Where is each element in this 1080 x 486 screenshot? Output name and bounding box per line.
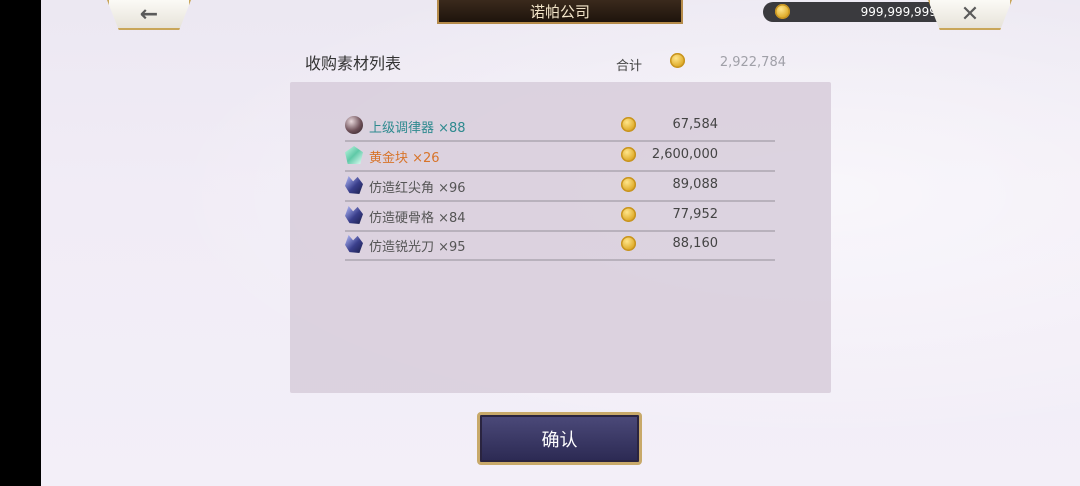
list-item: 仿造锐光刀 ×95 88,160: [345, 229, 775, 261]
item-price: 89,088: [672, 177, 719, 192]
total-label: 合计: [616, 59, 643, 74]
close-button[interactable]: ✕: [928, 0, 1012, 30]
item-price: 67,584: [672, 117, 719, 132]
confirm-button[interactable]: 确认: [477, 412, 642, 465]
currency-display: 999,999,999+: [763, 2, 953, 22]
material-shard-icon: [345, 235, 363, 253]
list-title: 收购素材列表: [305, 54, 402, 73]
back-button[interactable]: ←: [107, 0, 191, 30]
item-price: 88,160: [672, 236, 719, 251]
list-item: 仿造硬骨格 ×84 77,952: [345, 200, 775, 232]
coin-icon: [775, 4, 790, 19]
list-item: 仿造红尖角 ×96 89,088: [345, 170, 775, 202]
confirm-label: 确认: [541, 429, 578, 451]
total-value: 2,922,784: [719, 55, 786, 70]
list-item: 黄金块 ×26 2,600,000: [345, 140, 775, 172]
item-name: 仿造红尖角 ×96: [369, 181, 466, 196]
back-arrow-icon: ←: [139, 1, 159, 27]
item-price: 77,952: [672, 207, 719, 222]
item-name: 仿造硬骨格 ×84: [369, 211, 466, 226]
gold-crystal-icon: [345, 146, 363, 164]
purchase-list-panel: 上级调律器 ×88 67,584 黄金块 ×26 2,600,000 仿造红尖角…: [290, 82, 831, 393]
tuner-orb-icon: [345, 116, 363, 134]
coin-icon: [621, 117, 636, 132]
coin-icon: [621, 147, 636, 162]
coin-icon: [670, 53, 685, 68]
item-name: 仿造锐光刀 ×95: [369, 240, 466, 255]
coin-icon: [621, 236, 636, 251]
material-shard-icon: [345, 176, 363, 194]
item-name: 上级调律器 ×88: [369, 121, 466, 136]
coin-icon: [621, 177, 636, 192]
list-item: 上级调律器 ×88 67,584: [345, 110, 775, 142]
page-title: 诺帕公司: [437, 0, 683, 24]
material-shard-icon: [345, 206, 363, 224]
coin-icon: [621, 207, 636, 222]
app-screen: ← 诺帕公司 999,999,999+ ✕ 收购素材列表 合计 2,922,78…: [41, 0, 1080, 486]
item-price: 2,600,000: [651, 147, 718, 162]
close-icon: ✕: [960, 1, 980, 27]
page-title-text: 诺帕公司: [529, 2, 590, 21]
item-name: 黄金块 ×26: [369, 151, 440, 166]
